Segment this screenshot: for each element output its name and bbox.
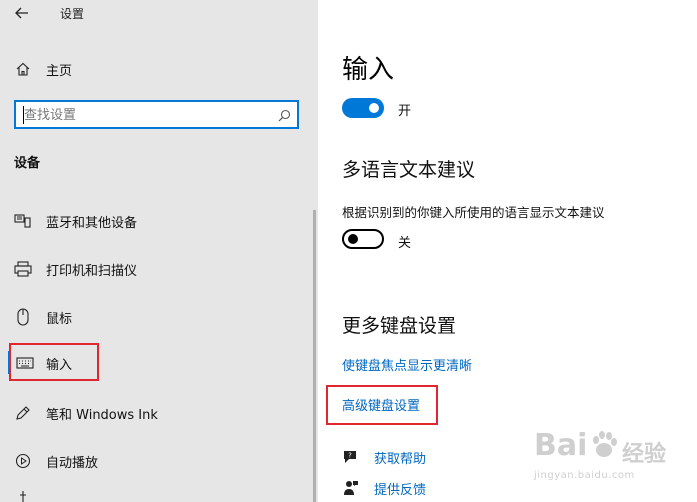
- baidu-watermark: Bai 经验 jingyan.baidu.com: [528, 428, 693, 498]
- sidebar-item-label: 输入: [46, 357, 73, 373]
- search-box[interactable]: [14, 100, 299, 129]
- sidebar-item-label: 打印机和扫描仪: [46, 263, 138, 279]
- page-title: 输入: [342, 55, 395, 85]
- printer-icon: [13, 259, 33, 279]
- usb-icon: [13, 488, 33, 502]
- back-button[interactable]: [10, 2, 34, 24]
- input-toggle[interactable]: [342, 98, 384, 118]
- feedback-icon: [342, 479, 360, 497]
- feedback-link[interactable]: 提供反馈: [374, 479, 426, 498]
- title-bar: 设置: [0, 0, 318, 28]
- multilingual-toggle[interactable]: [342, 229, 384, 249]
- mouse-icon: [13, 307, 33, 327]
- toggle-state-label: 关: [398, 236, 412, 251]
- help-chat-icon: ?: [342, 448, 360, 466]
- watermark-logo: Bai: [534, 428, 588, 463]
- main-content: 输入 开 多语言文本建议 根据识别到的你键入所使用的语言显示文本建议 关 更多键…: [318, 0, 697, 502]
- window-title: 设置: [60, 7, 85, 21]
- bluetooth-devices-icon: [13, 211, 33, 231]
- svg-text:?: ?: [348, 452, 352, 460]
- sidebar-item-label: 自动播放: [46, 455, 99, 471]
- get-help-link[interactable]: 获取帮助: [374, 448, 426, 467]
- toggle-knob: [369, 103, 379, 113]
- sidebar-item-home[interactable]: 主页: [0, 49, 318, 89]
- sidebar-item-typing[interactable]: 输入: [0, 343, 318, 383]
- keyboard-icon: [15, 353, 35, 373]
- sidebar-item-label: 主页: [46, 63, 73, 79]
- autoplay-icon: [13, 451, 33, 471]
- search-input[interactable]: [24, 106, 269, 124]
- sidebar-item-mouse[interactable]: 鼠标: [0, 297, 318, 337]
- search-icon[interactable]: [276, 107, 292, 123]
- toggle-state-label: 开: [398, 104, 412, 119]
- sidebar-item-pen[interactable]: 笔和 Windows Ink: [0, 393, 318, 433]
- multilingual-description: 根据识别到的你键入所使用的语言显示文本建议: [342, 205, 605, 220]
- sidebar-item-label: 鼠标: [46, 311, 73, 327]
- home-icon: [13, 59, 33, 79]
- feedback-row[interactable]: 提供反馈: [342, 477, 426, 499]
- get-help-row[interactable]: ? 获取帮助: [342, 446, 426, 468]
- sidebar-item-label: 笔和 Windows Ink: [46, 407, 158, 423]
- sidebar: 设置 主页 设备 蓝牙和其他设备: [0, 0, 318, 502]
- paw-icon: [593, 431, 617, 457]
- advanced-keyboard-link[interactable]: 高级键盘设置: [342, 395, 420, 414]
- section-title: 设备: [14, 156, 41, 171]
- more-keyboard-heading: 更多键盘设置: [342, 315, 457, 337]
- sidebar-item-bluetooth[interactable]: 蓝牙和其他设备: [0, 201, 318, 241]
- arrow-left-icon: [15, 7, 28, 19]
- sidebar-item-label: 蓝牙和其他设备: [46, 215, 138, 231]
- multilingual-heading: 多语言文本建议: [342, 159, 476, 181]
- watermark-url: jingyan.baidu.com: [534, 470, 635, 481]
- watermark-suffix: 经验: [622, 442, 667, 467]
- pen-icon: [13, 403, 33, 423]
- keyboard-focus-link[interactable]: 使键盘焦点显示更清晰: [342, 355, 472, 374]
- sidebar-scrollbar[interactable]: [313, 210, 316, 502]
- toggle-knob: [348, 234, 358, 244]
- sidebar-item-partial[interactable]: [0, 488, 318, 502]
- sidebar-item-autoplay[interactable]: 自动播放: [0, 441, 318, 481]
- sidebar-item-printers[interactable]: 打印机和扫描仪: [0, 249, 318, 289]
